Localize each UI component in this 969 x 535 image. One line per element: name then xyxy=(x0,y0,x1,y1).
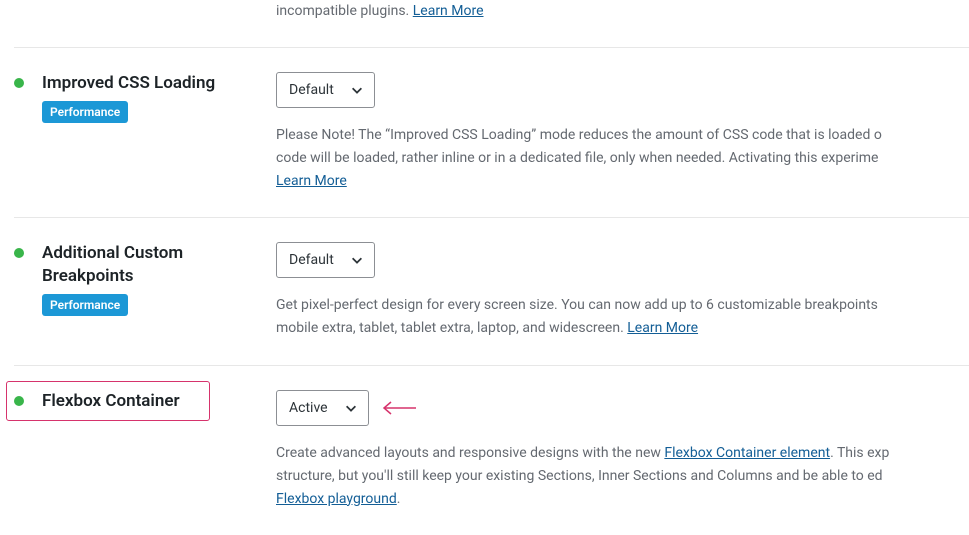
status-indicator xyxy=(14,396,24,406)
feature-title: Flexbox Container xyxy=(42,390,260,413)
feature-title: Improved CSS Loading xyxy=(42,72,260,95)
chevron-down-icon xyxy=(350,83,364,97)
feature-row-partial: incompatible plugins. Learn More xyxy=(14,0,969,47)
feature-title: Additional Custom Breakpoints xyxy=(42,242,260,288)
status-select[interactable]: Active xyxy=(276,390,369,426)
feature-description: Create advanced layouts and responsive d… xyxy=(276,442,969,511)
status-indicator xyxy=(14,248,24,258)
learn-more-link[interactable]: Learn More xyxy=(627,320,698,336)
performance-tag: Performance xyxy=(42,101,128,123)
feature-row-improved-css-loading: Improved CSS Loading Performance Default… xyxy=(14,47,969,217)
status-select[interactable]: Default xyxy=(276,72,375,108)
arrow-left-icon xyxy=(382,401,416,415)
experiments-settings: incompatible plugins. Learn More Improve… xyxy=(0,0,969,535)
feature-description: Get pixel-perfect design for every scree… xyxy=(276,294,969,340)
performance-tag: Performance xyxy=(42,294,128,316)
flexbox-playground-link[interactable]: Flexbox playground xyxy=(276,491,397,507)
chevron-down-icon xyxy=(350,253,364,267)
feature-row-flexbox-container: Flexbox Container Active Create advanced… xyxy=(14,365,969,535)
flexbox-container-element-link[interactable]: Flexbox Container element xyxy=(664,445,830,461)
status-indicator xyxy=(14,78,24,88)
status-select[interactable]: Default xyxy=(276,242,375,278)
learn-more-link[interactable]: Learn More xyxy=(413,3,484,19)
chevron-down-icon xyxy=(344,401,358,415)
learn-more-link[interactable]: Learn More xyxy=(276,173,347,189)
feature-description: incompatible plugins. Learn More xyxy=(276,0,969,23)
feature-description: Please Note! The “Improved CSS Loading” … xyxy=(276,124,969,193)
feature-row-additional-custom-breakpoints: Additional Custom Breakpoints Performanc… xyxy=(14,217,969,364)
